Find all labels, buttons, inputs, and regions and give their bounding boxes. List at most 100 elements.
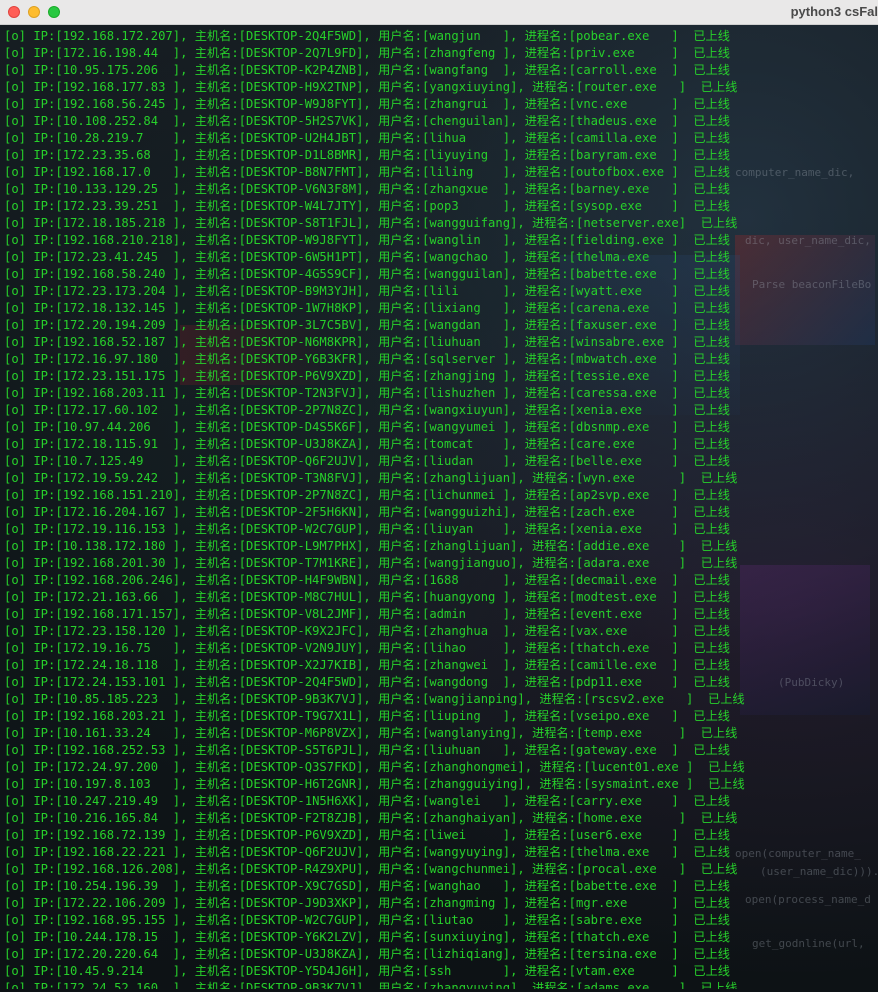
log-ip: 10.216.165.84 xyxy=(62,811,159,825)
log-user-label: ], 用户名:[ xyxy=(356,505,430,519)
log-proc-label: ], 进程名:[ xyxy=(502,97,576,111)
close-window-button[interactable] xyxy=(8,6,20,18)
log-line: [o] IP:[172.23.158.120 ], 主机名:[DESKTOP-K… xyxy=(4,623,730,640)
log-ip: 10.254.196.39 xyxy=(62,879,159,893)
log-status: ] 已上线 xyxy=(671,301,730,315)
log-user: tomcat xyxy=(429,437,474,451)
log-proc-label: ], 进程名:[ xyxy=(502,454,576,468)
log-ip: 192.168.17.0 xyxy=(62,165,151,179)
log-host-label: ], 主机名:[ xyxy=(172,437,247,451)
log-proc: adara.exe xyxy=(583,556,650,570)
log-line: [o] IP:[10.108.252.84 ], 主机名:[DESKTOP-5H… xyxy=(4,113,730,130)
log-ip: 172.23.41.245 xyxy=(62,250,159,264)
log-user-label: ], 用户名:[ xyxy=(356,267,430,281)
log-pad1 xyxy=(158,658,173,672)
log-pad2 xyxy=(481,335,503,349)
log-status: ] 已上线 xyxy=(671,420,730,434)
log-pad2 xyxy=(466,131,503,145)
log-prefix: [o] IP:[ xyxy=(4,522,63,536)
log-user: liuhuan xyxy=(429,335,481,349)
log-host: DESKTOP-2Q4F5WD xyxy=(246,675,357,689)
log-status: ] 已上线 xyxy=(671,267,730,281)
log-user-label: ], 用户名:[ xyxy=(356,216,430,230)
log-pad2 xyxy=(495,352,502,366)
log-proc-label: ], 进程名:[ xyxy=(502,607,576,621)
log-user-label: ], 用户名:[ xyxy=(356,794,430,808)
log-ip: 172.24.153.101 xyxy=(62,675,166,689)
log-pad3 xyxy=(679,760,686,774)
log-status: ] 已上线 xyxy=(671,896,730,910)
log-proc-label: ], 进程名:[ xyxy=(502,301,576,315)
log-status: ] 已上线 xyxy=(671,233,730,247)
log-host-label: ], 主机名:[ xyxy=(172,29,247,43)
log-status: ] 已上线 xyxy=(671,284,730,298)
log-proc: wyatt.exe xyxy=(575,284,643,298)
minimize-window-button[interactable] xyxy=(28,6,40,18)
log-proc-label: ], 进程名:[ xyxy=(517,777,591,791)
log-host-label: ], 主机名:[ xyxy=(172,63,247,77)
log-host: DESKTOP-P6V9XZD xyxy=(246,828,357,842)
log-pad2 xyxy=(466,641,503,655)
log-pad3 xyxy=(627,97,671,111)
log-prefix: [o] IP:[ xyxy=(4,488,63,502)
log-ip: 192.168.52.187 xyxy=(62,335,166,349)
log-user-label: ], 用户名:[ xyxy=(356,46,430,60)
log-host-label: ], 主机名:[ xyxy=(172,46,247,60)
log-line: [o] IP:[10.28.219.7 ], 主机名:[DESKTOP-U2H4… xyxy=(4,130,730,147)
log-pad3 xyxy=(657,131,672,145)
terminal-output[interactable]: computer_name_dic, dic, user_name_dic, P… xyxy=(0,25,878,992)
log-pad2 xyxy=(495,488,502,502)
log-user: liuhuan xyxy=(429,743,481,757)
log-status: ] 已上线 xyxy=(671,182,730,196)
log-status: ] 已上线 xyxy=(671,114,730,128)
log-host: DESKTOP-B9M3YJH xyxy=(246,284,357,298)
log-line: [o] IP:[192.168.206.246], 主机名:[DESKTOP-H… xyxy=(4,572,730,589)
log-status: ] 已上线 xyxy=(671,590,730,604)
log-host: DESKTOP-B8N7FMT xyxy=(246,165,357,179)
log-proc-label: ], 进程名:[ xyxy=(502,199,576,213)
log-host: DESKTOP-V6N3F8M xyxy=(246,182,357,196)
log-ip: 10.197.8.103 xyxy=(62,777,151,791)
log-pad1 xyxy=(151,641,173,655)
log-proc-label: ], 进程名:[ xyxy=(502,182,576,196)
log-host-label: ], 主机名:[ xyxy=(172,811,247,825)
wallpaper-neon-sign xyxy=(740,565,870,715)
zoom-window-button[interactable] xyxy=(48,6,60,18)
log-line: [o] IP:[10.85.185.223 ], 主机名:[DESKTOP-9B… xyxy=(4,691,745,708)
log-proc: priv.exe xyxy=(575,46,635,60)
log-line: [o] IP:[192.168.52.187 ], 主机名:[DESKTOP-N… xyxy=(4,334,730,351)
log-host-label: ], 主机名:[ xyxy=(172,947,247,961)
log-proc-label: ], 进程名:[ xyxy=(502,743,576,757)
log-line: [o] IP:[192.168.17.0 ], 主机名:[DESKTOP-B8N… xyxy=(4,164,730,181)
log-line: [o] IP:[172.19.16.75 ], 主机名:[DESKTOP-V2N… xyxy=(4,640,730,657)
log-proc-label: ], 进程名:[ xyxy=(502,437,576,451)
log-user: zhangfeng xyxy=(429,46,496,60)
log-prefix: [o] IP:[ xyxy=(4,573,63,587)
log-host-label: ], 主机名:[ xyxy=(172,709,247,723)
log-host-label: ], 主机名:[ xyxy=(172,624,247,638)
log-prefix: [o] IP:[ xyxy=(4,80,63,94)
log-ip: 10.133.129.25 xyxy=(62,182,159,196)
log-user-label: ], 用户名:[ xyxy=(356,760,430,774)
log-pad1 xyxy=(158,114,173,128)
log-proc: thadeus.exe xyxy=(575,114,657,128)
log-ip: 172.16.198.44 xyxy=(62,46,159,60)
log-status: ] 已上线 xyxy=(671,624,730,638)
log-line: [o] IP:[172.16.204.167 ], 主机名:[DESKTOP-2… xyxy=(4,504,730,521)
log-status: ] 已上线 xyxy=(671,29,730,43)
log-proc: fielding.exe xyxy=(575,233,665,247)
log-host-label: ], 主机名:[ xyxy=(172,590,247,604)
log-pad3 xyxy=(642,913,671,927)
log-prefix: [o] IP:[ xyxy=(4,165,63,179)
log-proc: carroll.exe xyxy=(575,63,657,77)
log-status: ] 已上线 xyxy=(671,879,730,893)
log-ip: 192.168.126.208 xyxy=(62,862,173,876)
log-user: wangfang xyxy=(429,63,489,77)
log-user-label: ], 用户名:[ xyxy=(356,250,430,264)
log-prefix: [o] IP:[ xyxy=(4,471,63,485)
log-pad2 xyxy=(473,454,502,468)
log-host: DESKTOP-D1L8BMR xyxy=(246,148,357,162)
log-status: ] 已上线 xyxy=(671,607,730,621)
log-pad2 xyxy=(488,675,503,689)
log-prefix: [o] IP:[ xyxy=(4,233,63,247)
